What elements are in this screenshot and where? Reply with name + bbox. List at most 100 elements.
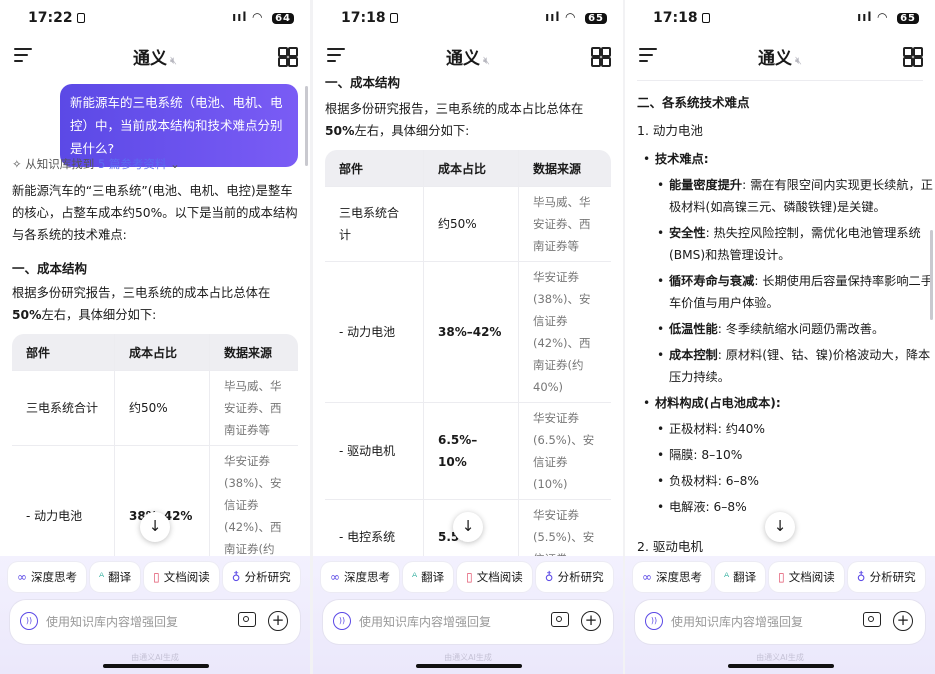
table-cell-ratio: 约50% <box>423 186 519 262</box>
chip-translate[interactable]: ᴬ 翻译 <box>715 562 766 592</box>
apps-grid-icon[interactable] <box>903 47 923 67</box>
table-row: 三电系统合计 约50% 毕马威、华安证券、西南证券等 <box>12 370 298 446</box>
app-title: 通义 🔇︎ <box>446 49 490 69</box>
chat-area[interactable]: 一、成本结构 根据多份研究报告，三电系统的成本占比总体在 50%左右，具体细分如… <box>313 76 623 556</box>
bottom-panel: ∞ 深度思考 ᴬ 翻译 ▯ 文档阅读 ♁ 分析研究 )) 使用知识库内容增强回复 + 由通义A… <box>313 556 623 674</box>
table-cell-ratio: 约50% <box>114 370 210 446</box>
reference-toggle[interactable]: ✧ 从知识库找到 5 篇参考资料 ⌄ <box>12 156 180 172</box>
chat-area[interactable]: 二、各系统技术难点 1. 动力电池 • 技术难点: • 能量密度提升: 需在有限空间… <box>625 76 935 556</box>
table-cell-source: 华安证券(38%)、安信证券(42%)、西南证券(约40%) <box>518 261 611 403</box>
table-header: 成本占比 <box>423 150 519 187</box>
table-cell-part: - 驱动电机 <box>325 402 424 500</box>
table-cell-part: - 动力电池 <box>12 445 115 556</box>
table-row: 三电系统合计 约50% 毕马威、华安证券、西南证券等 <box>325 186 611 262</box>
apps-grid-icon[interactable] <box>591 47 611 67</box>
input-placeholder: 使用知识库内容增强回复 <box>359 615 492 629</box>
table-cell-part: 三电系统合计 <box>325 186 424 262</box>
chip-doc-reading[interactable]: ▯ 文档阅读 <box>457 562 532 592</box>
bottom-panel: ∞ 深度思考 ᴬ 翻译 ▯ 文档阅读 ♁ 分析研究 )) 使用知识库内容增强回复 + 由通义A… <box>625 556 935 674</box>
table-cell-part: - 电控系统 <box>325 499 424 556</box>
table-cell-source: 华安证券(5.5%)、安信证券 <box>518 499 611 556</box>
mute-icon: 🔇︎ <box>170 54 177 67</box>
list-item: • 隔膜: 8–10% <box>657 448 743 462</box>
section-heading-difficulty: 二、各系统技术难点 <box>637 95 750 110</box>
app-title: 通义 🔇︎ <box>758 49 802 69</box>
list-item: • 循环寿命与衰减: 长期使用后容量保持率影响二手车价值与用户体验。 <box>657 274 933 310</box>
table-header: 数据来源 <box>209 334 298 371</box>
voice-icon[interactable]: )) <box>333 612 351 630</box>
table-cell-source: 华安证券(6.5%)、安信证券(10%) <box>518 402 611 500</box>
status-time: 17:22 <box>28 10 85 26</box>
phone-screen-3: 17:18 ııl ◠ 65 通义 🔇︎ 二、各系统技术难点 1. 动力电池 • 技… <box>625 0 935 674</box>
plus-icon[interactable]: + <box>893 611 913 631</box>
battery-icon: 65 <box>585 13 607 24</box>
difficulty-list: • 技术难点: • 能量密度提升: 需在有限空间内实现更长续航，正极材料(如高镍三元… <box>637 148 933 518</box>
status-bar: 17:18 ııl ◠ 65 <box>625 0 935 36</box>
chip-doc-reading[interactable]: ▯ 文档阅读 <box>769 562 844 592</box>
quick-actions: ∞ 深度思考 ᴬ 翻译 ▯ 文档阅读 ♁ 分析研究 <box>321 562 617 592</box>
chip-translate[interactable]: ᴬ 翻译 <box>90 562 141 592</box>
ai-footnote: 由通义AI生成 <box>756 653 804 662</box>
chip-analysis[interactable]: ♁ 分析研究 <box>535 562 613 592</box>
battery-icon: 64 <box>272 13 294 24</box>
chip-analysis[interactable]: ♁ 分析研究 <box>847 562 925 592</box>
scrollbar[interactable] <box>930 230 933 320</box>
scroll-down-button[interactable]: ↓ <box>453 512 483 542</box>
home-indicator <box>728 664 834 668</box>
plus-icon[interactable]: + <box>268 611 288 631</box>
mute-icon: 🔇︎ <box>483 54 490 67</box>
chat-area[interactable]: 新能源车的三电系统（电池、电机、电控）中，当前成本结构和技术难点分别是什么? ✧… <box>0 76 310 556</box>
ai-footnote: 由通义AI生成 <box>444 653 492 662</box>
message-input[interactable]: )) 使用知识库内容增强回复 + <box>323 600 613 644</box>
user-message: 新能源车的三电系统（电池、电机、电控）中，当前成本结构和技术难点分别是什么? <box>60 84 298 167</box>
subheading-battery: 1. 动力电池 <box>637 123 703 138</box>
table-cell-source: 毕马威、华安证券、西南证券等 <box>518 186 611 262</box>
status-time: 17:18 <box>341 10 398 26</box>
table-row: - 动力电池 38%–42% 华安证券(38%)、安信证券(42%)、西南证券(… <box>325 261 611 403</box>
table-header: 部件 <box>12 334 115 371</box>
chip-analysis[interactable]: ♁ 分析研究 <box>222 562 300 592</box>
chip-translate[interactable]: ᴬ 翻译 <box>403 562 454 592</box>
plus-icon[interactable]: + <box>581 611 601 631</box>
message-input[interactable]: )) 使用知识库内容增强回复 + <box>10 600 300 644</box>
table-cell-ratio: 38%–42% <box>423 261 519 403</box>
app-title: 通义 🔇︎ <box>133 49 177 69</box>
chip-deep-think[interactable]: ∞ 深度思考 <box>633 562 711 592</box>
scroll-down-button[interactable]: ↓ <box>140 512 170 542</box>
input-placeholder: 使用知识库内容增强回复 <box>671 615 804 629</box>
table-cell-source: 华安证券(38%)、安信证券(42%)、西南证券(约40%) <box>209 445 298 556</box>
list-item: • 安全性: 热失控风险控制，需优化电池管理系统(BMS)和热管理设计。 <box>657 226 921 262</box>
apps-grid-icon[interactable] <box>278 47 298 67</box>
chip-doc-reading[interactable]: ▯ 文档阅读 <box>144 562 219 592</box>
scrollbar[interactable] <box>305 86 308 166</box>
section-heading-cost: 一、成本结构 <box>325 76 401 90</box>
table-cell-source: 毕马威、华安证券、西南证券等 <box>209 370 298 446</box>
ai-footnote: 由通义AI生成 <box>131 653 179 662</box>
scroll-down-button[interactable]: ↓ <box>765 512 795 542</box>
camera-icon[interactable] <box>551 612 569 627</box>
list-item: • 材料构成(占电池成本): <box>643 396 781 410</box>
chip-deep-think[interactable]: ∞ 深度思考 <box>8 562 86 592</box>
list-item: • 技术难点: <box>643 152 709 166</box>
cost-table: 部件 成本占比 数据来源 三电系统合计 约50% 毕马威、华安证券、西南证券等 … <box>325 150 611 556</box>
quick-actions: ∞ 深度思考 ᴬ 翻译 ▯ 文档阅读 ♁ 分析研究 <box>633 562 929 592</box>
status-icons: ııl ◠ 65 <box>545 10 607 24</box>
table-row: - 驱动电机 6.5%–10% 华安证券(6.5%)、安信证券(10%) <box>325 402 611 500</box>
table-header: 数据来源 <box>518 150 611 187</box>
camera-icon[interactable] <box>863 612 881 627</box>
table-header-row: 部件 成本占比 数据来源 <box>325 150 611 187</box>
list-item: • 低温性能: 冬季续航缩水问题仍需改善。 <box>657 322 885 336</box>
status-icons: ııl ◠ 65 <box>857 10 919 24</box>
message-input[interactable]: )) 使用知识库内容增强回复 + <box>635 600 925 644</box>
cost-intro: 根据多份研究报告，三电系统的成本占比总体在 50%左右，具体细分如下: <box>325 102 584 138</box>
list-item: • 成本控制: 原材料(锂、钴、镍)价格波动大，降本压力持续。 <box>657 348 931 384</box>
chip-deep-think[interactable]: ∞ 深度思考 <box>321 562 399 592</box>
status-time: 17:18 <box>653 10 710 26</box>
voice-icon[interactable]: )) <box>20 612 38 630</box>
status-bar: 17:22 ııl ◠ 64 <box>0 0 310 36</box>
camera-icon[interactable] <box>238 612 256 627</box>
cost-intro: 根据多份研究报告，三电系统的成本占比总体在 50%左右，具体细分如下: <box>12 286 271 322</box>
table-header: 部件 <box>325 150 424 187</box>
top-bar: 通义 🔇︎ <box>313 36 623 76</box>
voice-icon[interactable]: )) <box>645 612 663 630</box>
